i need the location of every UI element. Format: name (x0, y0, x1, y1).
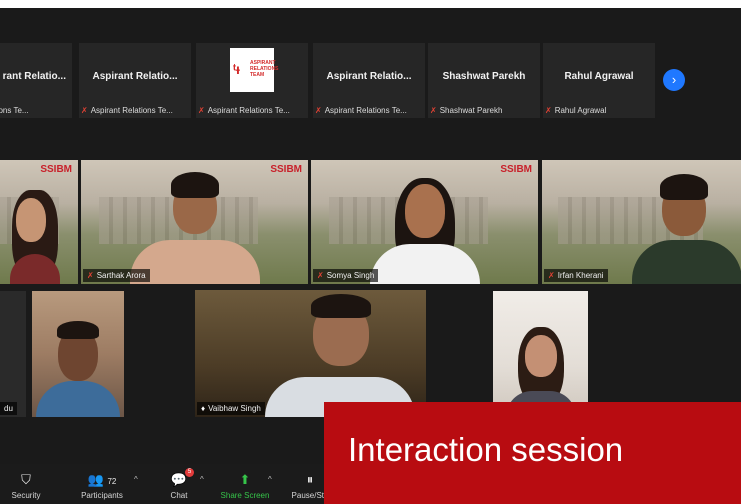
participant-label: ♦ Vaibhaw Singh (197, 402, 265, 415)
participant-name-bar: ✗ Rahul Agrawal (545, 105, 653, 116)
share-screen-label: Share Screen (220, 491, 270, 500)
caret-up-icon[interactable]: ^ (134, 475, 138, 484)
participant-tile[interactable]: Aspirant Relatio... ✗ Aspirant Relations … (313, 43, 425, 118)
video-tile[interactable]: du (0, 291, 26, 417)
participant-name-bar: ✗ Aspirant Relations Te... (198, 105, 306, 116)
muted-mic-icon: ✗ (430, 106, 437, 115)
participant-tile[interactable]: ᵗᵻ ASPIRANT RELATIONS TEAM ✗ Aspirant Rel… (196, 43, 308, 118)
participant-hair (57, 321, 99, 339)
participant-face (404, 184, 445, 238)
participant-tile[interactable]: rant Relatio... rant Relations Te... (0, 43, 72, 118)
share-screen-icon: ⬆ (239, 472, 251, 487)
video-tile[interactable]: SSIBM (0, 160, 78, 284)
participant-name-bar: ✗ Aspirant Relations Te... (315, 105, 423, 116)
participant-name: Rahul Agrawal (564, 71, 634, 82)
participant-label: ✗ Somya Singh (313, 269, 379, 282)
interaction-session-banner: Interaction session (324, 402, 741, 504)
sibm-watermark: SSIBM (270, 164, 302, 175)
participant-name-bar: rant Relations Te... (0, 105, 70, 116)
next-page-button[interactable]: › (663, 69, 685, 91)
chat-badge: 5 (185, 468, 194, 477)
pause-stop-label: Pause/Sto (291, 491, 329, 500)
security-label: Security (11, 491, 41, 500)
participant-hair (170, 172, 219, 198)
participant-name: rant Relatio... (2, 71, 66, 82)
video-tile[interactable]: SSIBM ✗ Sarthak Arora (81, 160, 308, 284)
muted-mic-icon: ✗ (81, 106, 88, 115)
logo-mark-icon: ᵗᵻ (233, 61, 240, 77)
participant-hair (311, 294, 371, 318)
video-tile[interactable] (493, 291, 588, 417)
video-tile-active-speaker[interactable]: ♦ Vaibhaw Singh (195, 290, 426, 417)
participant-label: ✗ Sarthak Arora (83, 269, 150, 282)
participant-name: Somya Singh (326, 271, 375, 280)
video-tile[interactable] (32, 291, 124, 417)
chevron-right-icon: › (671, 72, 677, 87)
muted-mic-icon: ✗ (548, 271, 555, 280)
participant-subtitle: rant Relations Te... (0, 106, 29, 115)
logo-text: ASPIRANT RELATIONS TEAM (250, 60, 279, 78)
sibm-watermark: SSIBM (40, 164, 72, 175)
participant-subtitle: Rahul Agrawal (554, 106, 607, 115)
muted-mic-icon: ✗ (545, 106, 552, 115)
shield-icon: ⛉ (21, 472, 31, 487)
participant-subtitle: Aspirant Relations Te... (90, 106, 173, 115)
participant-tile[interactable]: Rahul Agrawal ✗ Rahul Agrawal (543, 43, 655, 118)
aspirant-relations-logo: ᵗᵻ ASPIRANT RELATIONS TEAM (230, 48, 279, 92)
participant-name: Shashwat Parekh (442, 71, 526, 82)
chat-label: Chat (170, 491, 188, 500)
participant-subtitle: Shashwat Parekh (439, 106, 503, 115)
muted-mic-icon: ✗ (315, 106, 322, 115)
participants-icon: 👥 72 (87, 472, 117, 487)
participant-name: Aspirant Relatio... (92, 71, 178, 82)
participant-name-bar: ✗ Shashwat Parekh (430, 105, 538, 116)
participant-subtitle: Aspirant Relations Te... (324, 106, 407, 115)
security-button[interactable]: ⛉ Security (0, 472, 56, 500)
participant-tile[interactable]: Aspirant Relatio... ✗ Aspirant Relations … (79, 43, 191, 118)
share-screen-button[interactable]: ⬆ Share Screen (215, 472, 275, 500)
sibm-watermark: SSIBM (500, 164, 532, 175)
participant-body (632, 240, 741, 284)
participant-name: Irfan Kherani (557, 271, 604, 280)
participant-tile[interactable]: Shashwat Parekh ✗ Shashwat Parekh (428, 43, 540, 118)
participants-label: Participants (81, 491, 123, 500)
video-tile[interactable]: ✗ Irfan Kherani (542, 160, 741, 284)
banner-text: Interaction session (348, 431, 624, 468)
muted-mic-icon: ✗ (317, 271, 324, 280)
participant-face (524, 335, 557, 377)
participant-strip: rant Relatio... rant Relations Te... Asp… (0, 43, 741, 121)
participants-count: 72 (107, 477, 117, 486)
participant-name: Sarthak Arora (96, 271, 146, 280)
participant-name: Vaibhaw Singh (208, 404, 261, 413)
screenshot-canvas: rant Relatio... rant Relations Te... Asp… (0, 0, 741, 504)
participants-button[interactable]: 👥 72 Participants (72, 472, 132, 500)
participant-hair (660, 174, 708, 200)
participant-face (16, 198, 46, 242)
video-tile[interactable]: SSIBM ✗ Somya Singh (311, 160, 538, 284)
caret-up-icon[interactable]: ^ (268, 475, 272, 484)
participant-name: Aspirant Relatio... (326, 71, 412, 82)
muted-mic-icon: ✗ (87, 271, 94, 280)
participant-label: ✗ Irfan Kherani (544, 269, 608, 282)
participant-name-bar: ✗ Aspirant Relations Te... (81, 105, 189, 116)
mic-icon: ♦ (201, 404, 206, 413)
participant-subtitle: Aspirant Relations Te... (207, 106, 290, 115)
participant-label: du (0, 402, 17, 415)
muted-mic-icon: ✗ (198, 106, 205, 115)
caret-up-icon[interactable]: ^ (200, 475, 204, 484)
